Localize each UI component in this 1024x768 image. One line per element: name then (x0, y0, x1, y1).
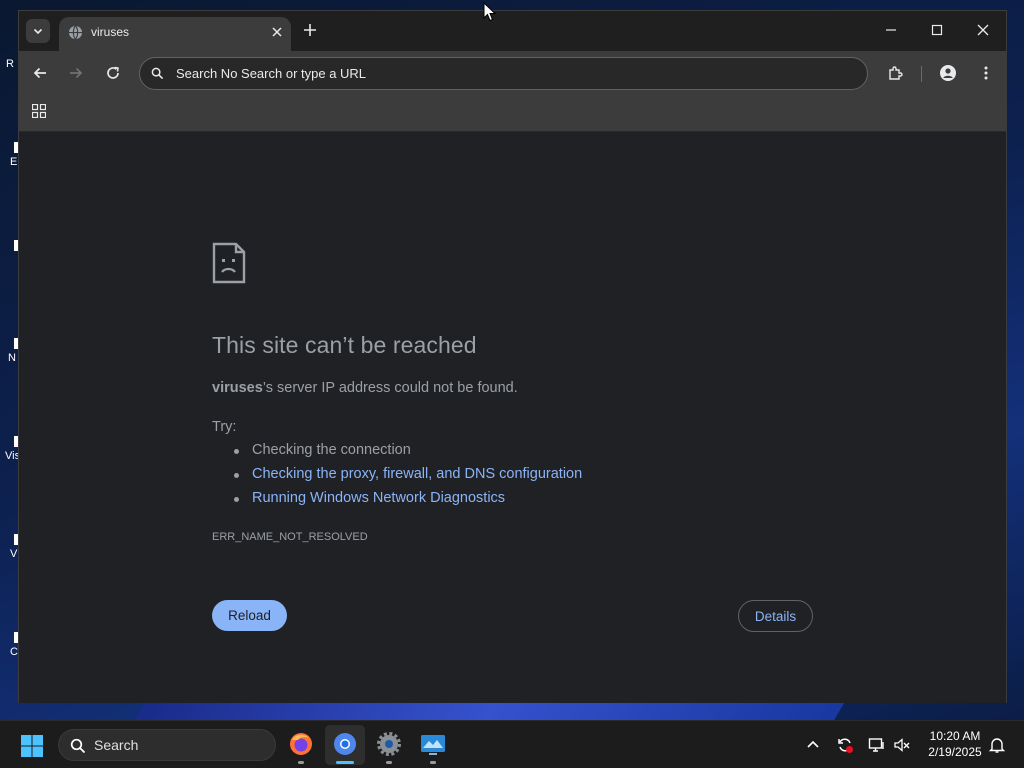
error-description-text: ’s server IP address could not be found. (262, 380, 518, 396)
error-title: This site can’t be reached (212, 332, 477, 358)
reload-button[interactable]: Reload (212, 600, 287, 631)
tab-viruses[interactable]: viruses (59, 17, 291, 51)
browser-window: viruses Search No Search or type a URL T… (18, 10, 1007, 703)
desktop-icon-label[interactable]: R (6, 58, 14, 70)
notification-bell-icon[interactable] (988, 736, 1006, 754)
settings-icon[interactable] (376, 731, 402, 757)
clock-time: 10:20 AM (929, 729, 981, 743)
search-icon (151, 67, 164, 80)
desktop-icon-label[interactable]: E (10, 156, 17, 168)
suggestion-check-connection: Checking the connection (252, 442, 411, 458)
suggestion-proxy-link[interactable]: Checking the proxy, firewall, and DNS co… (252, 466, 582, 482)
clock-date: 2/19/2025 (928, 745, 982, 759)
close-window-icon[interactable] (977, 24, 989, 36)
reload-icon[interactable] (105, 65, 121, 81)
chrome-icon[interactable] (332, 731, 358, 757)
tab-title: viruses (91, 25, 130, 39)
bookmarks-bar (19, 95, 1006, 132)
mouse-cursor-icon (483, 2, 497, 22)
profile-avatar-icon[interactable] (940, 65, 956, 81)
search-icon (70, 738, 86, 754)
error-code: ERR_NAME_NOT_RESOLVED (212, 531, 368, 543)
tab-strip: viruses (19, 11, 1006, 51)
taskbar: Search 10:20 AM 2/19/2025 (0, 720, 1024, 768)
minimize-icon[interactable] (885, 24, 897, 36)
more-menu-icon[interactable] (978, 65, 994, 81)
desktop-icon-label[interactable]: V (10, 548, 17, 560)
volume-muted-icon[interactable] (893, 736, 911, 754)
list-item: Checking the connection (232, 442, 582, 466)
address-bar-input[interactable] (176, 58, 856, 89)
details-button[interactable]: Details (738, 600, 813, 632)
toolbar-divider (921, 66, 922, 82)
browser-toolbar (19, 51, 1006, 95)
apps-grid-icon[interactable] (32, 104, 46, 118)
desktop-icon-label[interactable]: C (10, 646, 18, 658)
chevron-up-icon[interactable] (804, 736, 822, 754)
firefox-running-indicator (298, 761, 304, 764)
back-icon[interactable] (32, 65, 48, 81)
extensions-icon[interactable] (887, 65, 903, 81)
desktop-icon-label[interactable]: N (8, 352, 16, 364)
windows-start-icon[interactable] (20, 734, 44, 758)
taskbar-search-box[interactable]: Search (58, 729, 276, 761)
tab-search-button[interactable] (26, 19, 50, 43)
list-item: Checking the proxy, firewall, and DNS co… (232, 466, 582, 490)
sync-icon[interactable] (836, 736, 854, 754)
error-page: This site can’t be reached viruses’s ser… (19, 132, 1006, 703)
try-label: Try: (212, 419, 237, 435)
sad-page-icon (212, 242, 246, 284)
chrome-active-indicator (336, 761, 354, 764)
close-tab-icon[interactable] (271, 26, 283, 38)
firefox-icon[interactable] (288, 731, 314, 757)
error-host: viruses (212, 380, 263, 396)
suggestion-list: Checking the connection Checking the pro… (232, 442, 582, 514)
remote-desktop-running-indicator (430, 761, 436, 764)
system-clock[interactable]: 10:20 AM 2/19/2025 (918, 728, 992, 760)
list-item: Running Windows Network Diagnostics (232, 490, 582, 514)
chevron-down-icon (33, 28, 43, 35)
error-description: viruses’s server IP address could not be… (212, 380, 518, 396)
network-icon[interactable] (868, 736, 886, 754)
remote-desktop-icon[interactable] (420, 731, 446, 757)
taskbar-search-label: Search (94, 737, 139, 753)
globe-icon (68, 25, 83, 40)
maximize-icon[interactable] (931, 24, 943, 36)
suggestion-diagnostics-link[interactable]: Running Windows Network Diagnostics (252, 490, 505, 506)
forward-icon[interactable] (68, 65, 84, 81)
omnibox[interactable] (139, 57, 868, 90)
settings-running-indicator (386, 761, 392, 764)
new-tab-icon[interactable] (303, 23, 317, 37)
